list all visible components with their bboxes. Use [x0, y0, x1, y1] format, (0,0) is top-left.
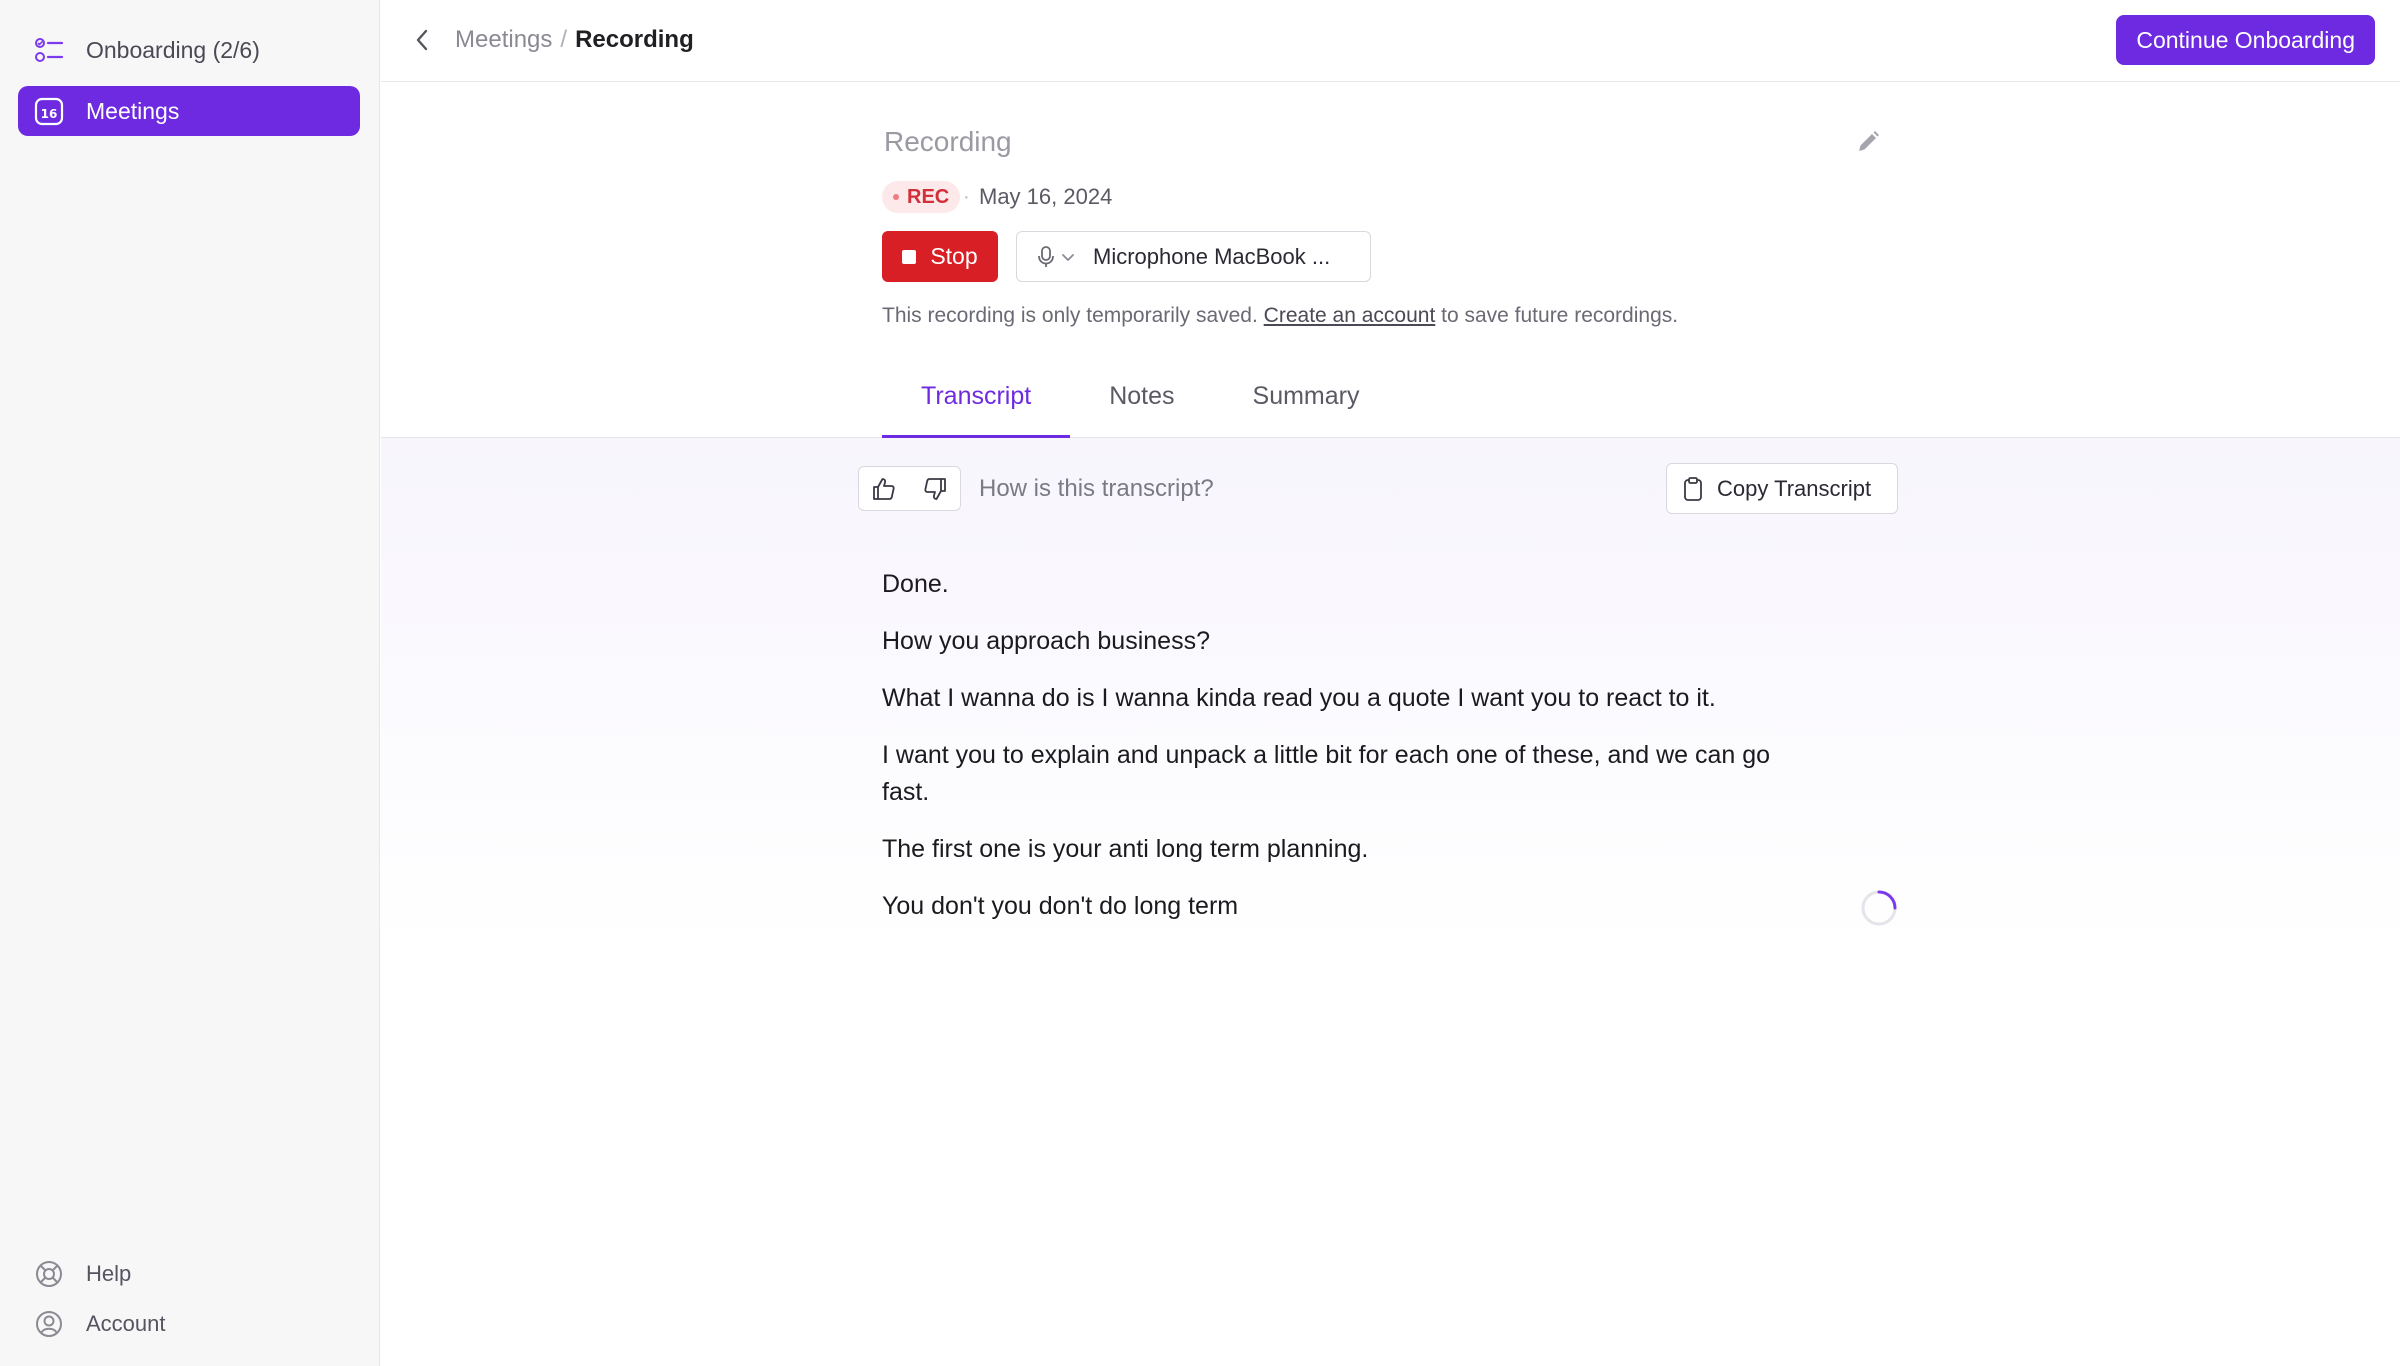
transcript-line: How you approach business? [882, 627, 1210, 655]
svg-text:16: 16 [41, 107, 58, 121]
checklist-icon [32, 33, 66, 67]
loading-spinner-icon [1861, 890, 1897, 926]
tab-bar: Transcript Notes Summary [882, 360, 1399, 438]
transcript-line: You don't you don't do long term [882, 892, 1239, 920]
copy-transcript-label: Copy Transcript [1717, 475, 1872, 501]
breadcrumb-meetings-link[interactable]: Meetings [455, 26, 552, 54]
continue-onboarding-button[interactable]: Continue Onboarding [2116, 15, 2375, 65]
tab-notes[interactable]: Notes [1070, 360, 1213, 438]
transcript-line: I want you to explain and unpack a littl… [882, 741, 1771, 806]
stop-label: Stop [930, 243, 978, 269]
thumbs-up-icon [873, 477, 895, 500]
feedback-question: How is this transcript? [979, 475, 1214, 502]
edit-title-button[interactable] [1854, 128, 1884, 158]
clipboard-icon [1684, 476, 1702, 501]
user-circle-icon [32, 1307, 66, 1341]
recording-title[interactable]: Recording [884, 126, 1012, 158]
transcript-line: The first one is your anti long term pla… [882, 835, 1369, 863]
pencil-icon [1859, 131, 1879, 151]
breadcrumb-current: Recording [575, 26, 694, 53]
create-account-link[interactable]: Create an account [1264, 304, 1436, 327]
lifebuoy-icon [32, 1257, 66, 1291]
transcript-feedback [858, 466, 961, 511]
breadcrumb-separator: / [560, 26, 568, 53]
top-bar: Meetings / Recording Continue Onboarding [381, 0, 2400, 82]
rec-label: REC [907, 185, 950, 208]
sidebar: Onboarding (2/6) 16 Meetings Help Accoun… [0, 0, 380, 1366]
notice-text: This recording is only temporarily saved… [882, 304, 1258, 327]
copy-transcript-button[interactable]: Copy Transcript [1666, 463, 1898, 514]
sidebar-item-meetings[interactable]: 16 Meetings [18, 86, 360, 136]
thumbs-down-icon [924, 477, 946, 500]
microphone-select[interactable]: Microphone MacBook ... [1016, 231, 1371, 282]
microphone-select-value: Microphone MacBook ... [1093, 243, 1331, 269]
back-button[interactable] [405, 22, 441, 58]
sidebar-item-account[interactable]: Account [18, 1299, 360, 1349]
thumbs-up-button[interactable] [867, 472, 901, 506]
rec-status-badge: REC [882, 181, 961, 213]
notice-text-end: to save future recordings. [1441, 304, 1679, 327]
thumbs-down-button[interactable] [918, 472, 952, 506]
sidebar-item-label: Meetings [86, 97, 180, 124]
meta-separator: · [963, 186, 970, 208]
recording-date: May 16, 2024 [979, 184, 1113, 209]
stop-icon [902, 249, 917, 264]
sidebar-item-help[interactable]: Help [18, 1249, 360, 1299]
chevron-down-icon [1062, 253, 1074, 261]
breadcrumb: Meetings / Recording [455, 26, 694, 54]
transcript-text: Done. How you approach business? What I … [882, 566, 1822, 945]
calendar-icon: 16 [32, 94, 66, 128]
chevron-left-icon [416, 29, 428, 51]
sidebar-item-onboarding[interactable]: Onboarding (2/6) [18, 25, 360, 75]
transcript-line: Done. [882, 570, 949, 598]
tab-transcript[interactable]: Transcript [882, 360, 1071, 438]
sidebar-item-label: Account [86, 1311, 166, 1336]
temporary-save-notice: This recording is only temporarily saved… [882, 304, 1678, 328]
sidebar-item-label: Onboarding (2/6) [86, 36, 260, 63]
microphone-icon [1038, 245, 1054, 267]
rec-dot-icon [893, 194, 899, 200]
stop-recording-button[interactable]: Stop [882, 231, 998, 282]
tab-summary[interactable]: Summary [1214, 360, 1399, 438]
transcript-line: What I wanna do is I wanna kinda read yo… [882, 684, 1716, 712]
sidebar-item-label: Help [86, 1261, 132, 1286]
